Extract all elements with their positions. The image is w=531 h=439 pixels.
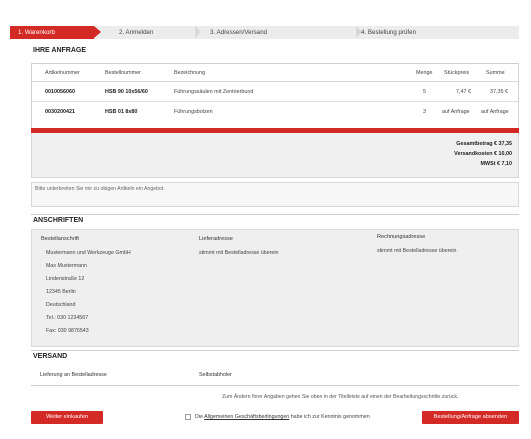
continue-shopping-button[interactable]: Weiter einkaufen xyxy=(31,411,103,424)
vat-amount: MWSt € 7,10 xyxy=(480,161,512,167)
shipping-option: Selbstabholer xyxy=(199,372,232,378)
step-separator xyxy=(195,26,201,38)
row-bezeichnung: Führungsbolzen xyxy=(174,109,213,115)
shipping-cost: Versandkosten € 10,00 xyxy=(454,151,512,157)
invoice-address-label: Rechnungsadresse xyxy=(377,234,426,240)
row-artikelnummer: 0030200421 xyxy=(45,109,75,115)
section-divider xyxy=(31,385,519,386)
table-row: 0010056060 HSB 90 10x56/60 Führungssäule… xyxy=(32,82,518,102)
table-header: Artikelnummer Bestellnummer Bezeichnung … xyxy=(32,64,518,82)
addresses-panel: Bestellanschrift Mustermann und Werkzeug… xyxy=(31,229,519,347)
col-bezeichnung: Bezeichnung xyxy=(174,70,206,76)
shipping-title: VERSAND xyxy=(33,353,68,360)
row-stueckpreis: 7,47 € xyxy=(456,89,471,95)
section-divider xyxy=(31,350,519,351)
row-bezeichnung: Führungssäulen mit Zentrierbund xyxy=(174,89,254,95)
table-row: 0030200421 HSB 01 8x80 Führungsbolzen 3 … xyxy=(32,102,518,122)
request-note-field[interactable]: Bitte unterbreiten Sie mir zu obigen Art… xyxy=(31,182,519,207)
col-bestellnummer: Bestellnummer xyxy=(105,70,141,76)
request-title: IHRE ANFRAGE xyxy=(33,47,87,54)
col-menge: Menge xyxy=(416,70,433,76)
address-line: Max Mustermann xyxy=(46,263,87,269)
row-summe: auf Anfrage xyxy=(481,109,509,115)
step-adressen[interactable]: 3. Adressen/Versand xyxy=(210,26,267,39)
request-table: Artikelnummer Bestellnummer Bezeichnung … xyxy=(31,63,519,129)
billing-address-label: Bestellanschrift xyxy=(41,236,79,242)
agb-prefix: Die xyxy=(195,414,203,420)
row-bestellnummer: HSB 01 8x80 xyxy=(105,109,138,115)
invoice-address-value: stimmt mit Bestelladresse überein xyxy=(377,248,457,254)
step-anmelden[interactable]: 2. Anmelden xyxy=(119,26,153,39)
col-stueckpreis: Stückpreis xyxy=(444,70,470,76)
submit-request-button[interactable]: Bestellung/Anfrage absenden xyxy=(422,411,519,424)
step-warenkorb[interactable]: 1. Warenkorb xyxy=(10,26,101,39)
step-pruefen[interactable]: 4. Bestellung prüfen xyxy=(361,26,416,39)
address-line: Mustermann und Werkzeuge GmbH xyxy=(46,250,131,256)
address-line: Fax: 030 9876543 xyxy=(46,328,89,334)
row-menge: 5 xyxy=(423,89,426,95)
total-amount: Gesamtbetrag € 37,35 xyxy=(456,141,512,147)
checkout-progress: 1. Warenkorb 2. Anmelden 3. Adressen/Ver… xyxy=(10,26,519,39)
shipping-method: Lieferung an Bestelladresse xyxy=(40,372,107,378)
row-bestellnummer: HSB 90 10x56/60 xyxy=(105,89,148,95)
delivery-address-label: Lieferadresse xyxy=(199,236,233,242)
col-artikelnummer: Artikelnummer xyxy=(45,70,80,76)
agb-checkbox[interactable] xyxy=(185,414,191,420)
address-line: Lindenstraße 12 xyxy=(46,276,85,282)
agb-text: Die Allgemeinen Geschäftsbedingungen hab… xyxy=(195,414,370,420)
totals-panel: Gesamtbetrag € 37,35 Versandkosten € 10,… xyxy=(31,133,519,178)
col-summe: Summe xyxy=(486,70,505,76)
row-summe: 37,35 € xyxy=(490,89,508,95)
address-line: 12345 Berlin xyxy=(46,289,76,295)
delivery-address-value: stimmt mit Bestelladresse überein xyxy=(199,250,279,256)
addresses-title: ANSCHRIFTEN xyxy=(33,217,84,224)
request-note-text: Bitte unterbreiten Sie mir zu obigen Art… xyxy=(35,186,165,192)
edit-hint: Zum Ändern Ihrer Angaben gehen Sie oben … xyxy=(222,394,459,400)
address-line: Tel.: 030 1234567 xyxy=(46,315,89,321)
address-line: Deutschland xyxy=(46,302,76,308)
row-artikelnummer: 0010056060 xyxy=(45,89,75,95)
row-stueckpreis: auf Anfrage xyxy=(442,109,470,115)
row-menge: 3 xyxy=(423,109,426,115)
agb-suffix: habe ich zur Kenntnis genommen xyxy=(290,414,370,420)
section-divider xyxy=(31,214,519,215)
agb-link[interactable]: Allgemeinen Geschäftsbedingungen xyxy=(204,414,289,420)
